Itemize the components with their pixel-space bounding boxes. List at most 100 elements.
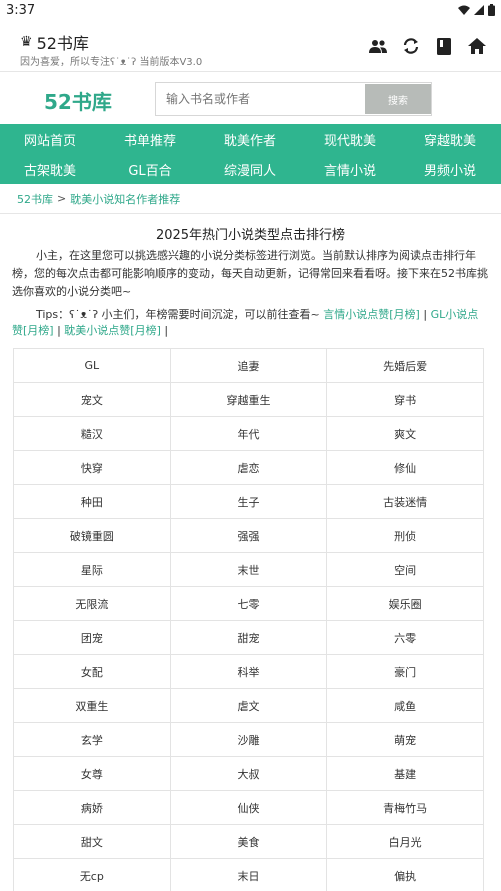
- tag-cell[interactable]: 大叔: [169, 756, 328, 791]
- tag-cell[interactable]: 末日: [169, 858, 328, 891]
- nav-item-modern[interactable]: 现代耽美: [300, 124, 400, 154]
- tag-cell[interactable]: 团宠: [13, 620, 171, 655]
- tag-cell[interactable]: 偏执: [326, 858, 484, 891]
- nav-item-booklist[interactable]: 书单推荐: [100, 124, 200, 154]
- tag-cell[interactable]: 沙雕: [169, 722, 328, 757]
- tag-row: 无限流 七零 娱乐圈: [13, 586, 484, 621]
- tag-cell[interactable]: 穿越重生: [169, 382, 328, 417]
- main-content: 2025年热门小说类型点击排行榜 小主，在这里您可以挑选感兴趣的小说分类标签进行…: [12, 222, 489, 339]
- tag-cell[interactable]: 年代: [169, 416, 328, 451]
- sync-icon[interactable]: [401, 36, 421, 56]
- search-row: 52书库 搜索: [0, 72, 501, 124]
- tips-prefix: Tips：ʕ˙ᴥ˙ʔ 小主们，年榜需要时间沉淀，可以前往查看~: [36, 308, 324, 321]
- queen-icon: ♛: [20, 34, 33, 50]
- tag-cell[interactable]: 追妻: [169, 348, 328, 383]
- tag-cell[interactable]: 美食: [169, 824, 328, 859]
- app-bar: ♛ 52书库 因为喜爱，所以专注ʕ˙ᴥ˙ʔ 当前版本V3.0: [0, 22, 501, 72]
- intro-text: 小主，在这里您可以挑选感兴趣的小说分类标签进行浏览。当前默认排序为阅读点击排行年…: [12, 249, 488, 298]
- status-icons: [458, 4, 495, 16]
- tag-cell[interactable]: 古装迷情: [326, 484, 484, 519]
- book-icon[interactable]: [434, 36, 454, 56]
- tag-cell[interactable]: 甜文: [13, 824, 171, 859]
- nav-item-ancient[interactable]: 古架耽美: [0, 154, 100, 184]
- people-icon[interactable]: [368, 36, 388, 56]
- tag-row: 女配 科举 豪门: [13, 654, 484, 689]
- tag-cell[interactable]: 宠文: [13, 382, 171, 417]
- home-icon[interactable]: [467, 36, 487, 56]
- tag-cell[interactable]: 六零: [326, 620, 484, 655]
- tag-cell[interactable]: 女尊: [13, 756, 171, 791]
- tag-cell[interactable]: 豪门: [326, 654, 484, 689]
- tag-cell[interactable]: 快穿: [13, 450, 171, 485]
- tag-cell[interactable]: 虐恋: [169, 450, 328, 485]
- tag-row: 无cp 末日 偏执: [13, 858, 484, 891]
- wifi-icon: [458, 5, 470, 15]
- tag-cell[interactable]: 萌宠: [326, 722, 484, 757]
- page-title: 2025年热门小说类型点击排行榜: [155, 228, 346, 243]
- tag-cell[interactable]: 先婚后爱: [326, 348, 484, 383]
- app-subtitle: 因为喜爱，所以专注ʕ˙ᴥ˙ʔ 当前版本V3.0: [20, 57, 203, 68]
- nav-item-romance[interactable]: 言情小说: [300, 154, 400, 184]
- tag-cell[interactable]: 修仙: [326, 450, 484, 485]
- tag-row: 种田 生子 古装迷情: [13, 484, 484, 519]
- status-bar: 3:37: [0, 0, 501, 22]
- breadcrumb-home[interactable]: 52书库: [17, 191, 53, 207]
- tips-separator: |: [53, 324, 65, 337]
- nav-item-gl[interactable]: GL百合: [100, 154, 200, 184]
- tag-cell[interactable]: 七零: [169, 586, 328, 621]
- breadcrumb-current[interactable]: 耽美小说知名作者推荐: [70, 191, 180, 207]
- tag-cell[interactable]: 强强: [169, 518, 328, 553]
- nav-item-male[interactable]: 男频小说: [400, 154, 500, 184]
- tag-cell[interactable]: 虐文: [169, 688, 328, 723]
- status-time: 3:37: [6, 3, 36, 18]
- tag-cell[interactable]: 咸鱼: [326, 688, 484, 723]
- site-logo[interactable]: 52书库: [44, 86, 112, 115]
- tag-cell[interactable]: 爽文: [326, 416, 484, 451]
- app-title-row: ♛ 52书库: [20, 30, 89, 54]
- tag-cell[interactable]: 无限流: [13, 586, 171, 621]
- tips-link-danmei[interactable]: 耽美小说点赞[月榜]: [64, 324, 161, 337]
- search-button[interactable]: 搜索: [365, 84, 431, 114]
- tips-separator: |: [419, 308, 431, 321]
- nav-item-home[interactable]: 网站首页: [0, 124, 100, 154]
- tag-row: 星际 末世 空间: [13, 552, 484, 587]
- breadcrumb: 52书库 > 耽美小说知名作者推荐: [0, 184, 501, 214]
- tag-cell[interactable]: 玄学: [13, 722, 171, 757]
- tag-cell[interactable]: 仙侠: [169, 790, 328, 825]
- tag-cell[interactable]: 女配: [13, 654, 171, 689]
- tag-cell[interactable]: 糙汉: [13, 416, 171, 451]
- tips-separator: |: [160, 324, 169, 337]
- tag-cell[interactable]: GL: [13, 348, 171, 383]
- tag-cell[interactable]: 刑侦: [326, 518, 484, 553]
- tag-cell[interactable]: 星际: [13, 552, 171, 587]
- tag-cell[interactable]: 甜宠: [169, 620, 328, 655]
- tag-row: GL 追妻 先婚后爱: [13, 348, 484, 383]
- tag-row: 破镜重圆 强强 刑侦: [13, 518, 484, 553]
- nav-item-authors[interactable]: 耽美作者: [200, 124, 300, 154]
- tag-cell[interactable]: 空间: [326, 552, 484, 587]
- tag-cell[interactable]: 白月光: [326, 824, 484, 859]
- tag-row: 女尊 大叔 基建: [13, 756, 484, 791]
- app-title: 52书库: [36, 34, 89, 53]
- battery-icon: [488, 4, 495, 16]
- tag-cell[interactable]: 双重生: [13, 688, 171, 723]
- tips-text: Tips：ʕ˙ᴥ˙ʔ 小主们，年榜需要时间沉淀，可以前往查看~ 言情小说点赞[月…: [12, 307, 489, 339]
- tag-cell[interactable]: 病娇: [13, 790, 171, 825]
- tag-cell[interactable]: 种田: [13, 484, 171, 519]
- tag-cell[interactable]: 末世: [169, 552, 328, 587]
- category-nav: 网站首页 书单推荐 耽美作者 现代耽美 穿越耽美 古架耽美 GL百合 综漫同人 …: [0, 124, 501, 184]
- nav-item-timetravel[interactable]: 穿越耽美: [400, 124, 500, 154]
- tips-link-romance[interactable]: 言情小说点赞[月榜]: [323, 308, 420, 321]
- tag-cell[interactable]: 破镜重圆: [13, 518, 171, 553]
- nav-item-fanfic[interactable]: 综漫同人: [200, 154, 300, 184]
- tag-row: 双重生 虐文 咸鱼: [13, 688, 484, 723]
- tag-cell[interactable]: 生子: [169, 484, 328, 519]
- tag-row: 甜文 美食 白月光: [13, 824, 484, 859]
- tag-cell[interactable]: 无cp: [13, 858, 171, 891]
- tag-cell[interactable]: 娱乐圈: [326, 586, 484, 621]
- tag-row: 快穿 虐恋 修仙: [13, 450, 484, 485]
- tag-cell[interactable]: 穿书: [326, 382, 484, 417]
- tag-cell[interactable]: 青梅竹马: [326, 790, 484, 825]
- tag-cell[interactable]: 科举: [169, 654, 328, 689]
- tag-cell[interactable]: 基建: [326, 756, 484, 791]
